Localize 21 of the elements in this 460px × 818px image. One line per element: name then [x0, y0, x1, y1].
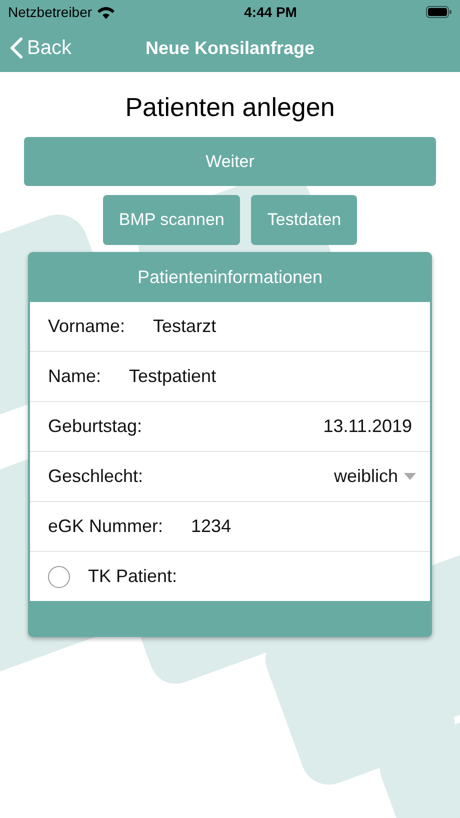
field-label: Vorname: [48, 316, 126, 337]
caret-icon [404, 473, 416, 480]
field-label: Geburtstag: [48, 416, 142, 437]
carrier-name: Netzbetreiber [8, 4, 92, 20]
field-label: eGK Nummer: [48, 516, 164, 537]
input-field[interactable]: Testarzt [153, 316, 216, 337]
page-title: Patienten anlegen [125, 92, 335, 123]
battery-icon [426, 6, 452, 18]
field-label: Geschlecht: [48, 466, 144, 487]
wifi-icon [97, 6, 116, 18]
radio-button[interactable] [48, 566, 70, 588]
field-label: TK Patient: [88, 566, 178, 587]
field-label: Name: [48, 366, 102, 387]
date-field[interactable]: 13.11.2019 [323, 416, 412, 437]
screen-title: Neue Konsilanfrage [145, 38, 315, 58]
gender-dropdown[interactable]: weiblich [334, 466, 416, 487]
input-field[interactable]: Testpatient [129, 366, 216, 387]
chevron-left-icon [10, 37, 23, 59]
clock-time: 4:44 PM [244, 4, 297, 20]
input-field[interactable]: 1234 [191, 516, 232, 537]
card-title: Patienteninformationen [137, 266, 323, 288]
